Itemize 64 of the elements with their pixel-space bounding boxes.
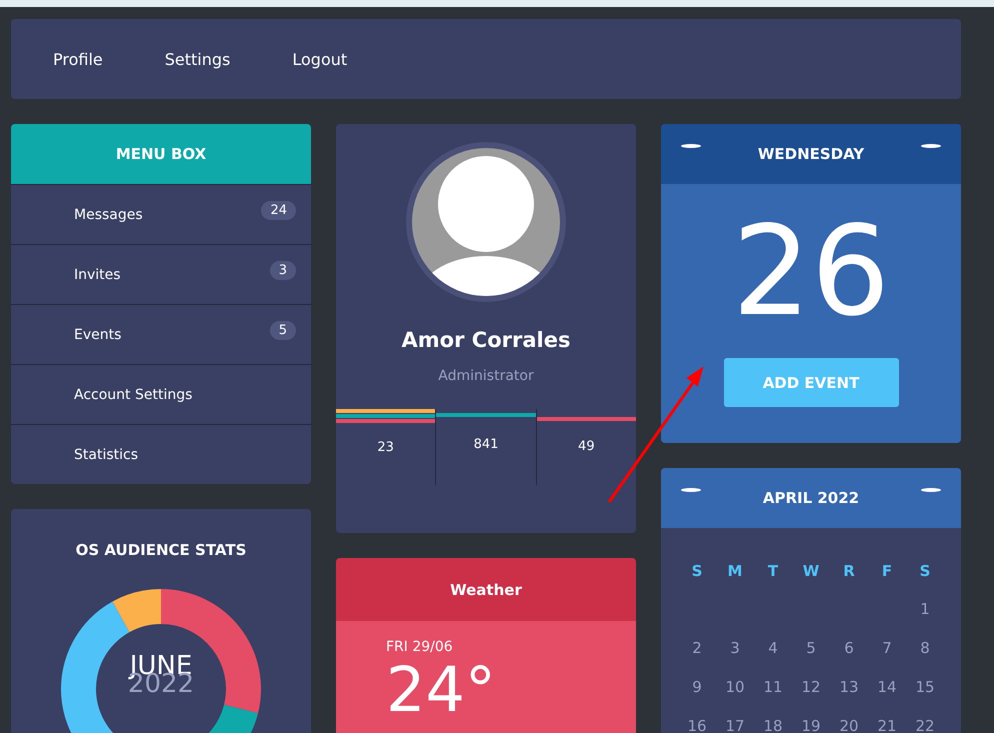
- calendar-day[interactable]: 11: [754, 678, 792, 697]
- weekday-label: W: [802, 562, 820, 580]
- binder-ring-icon: [921, 144, 941, 148]
- nav-link[interactable]: Settings: [164, 50, 230, 68]
- weekday-label: S: [690, 562, 704, 580]
- weekday-label: T: [766, 562, 780, 580]
- calendar-day[interactable]: 3: [716, 639, 754, 658]
- nav-link[interactable]: Logout: [292, 50, 348, 68]
- menu-item[interactable]: Account Settings: [11, 364, 311, 424]
- weather-date: FRI 29/06: [386, 639, 454, 655]
- calendar-day[interactable]: 16: [678, 717, 716, 733]
- weather-title: Weather: [336, 558, 636, 621]
- menu-item-label: Events: [74, 326, 122, 342]
- profile-role: Administrator: [438, 368, 534, 384]
- weekday-label: M: [726, 562, 744, 580]
- binder-ring-icon: [681, 488, 701, 492]
- calendar-day[interactable]: 7: [868, 639, 906, 658]
- weekday-label: F: [880, 562, 894, 580]
- calendar-day[interactable]: 1: [906, 600, 944, 619]
- menu-item-label: Account Settings: [74, 386, 192, 402]
- count-badge: 24: [261, 201, 296, 220]
- menu-item[interactable]: Messages 24: [11, 184, 311, 244]
- menu-item[interactable]: Statistics: [11, 424, 311, 484]
- weekday-title: WEDNESDAY: [758, 145, 864, 163]
- calendar-day[interactable]: 15: [906, 678, 944, 697]
- stat-value: 23: [377, 440, 394, 457]
- calendar-day[interactable]: 22: [906, 717, 944, 733]
- temperature: 24°: [386, 659, 497, 721]
- calendar-day[interactable]: 20: [830, 717, 868, 733]
- calendar-day[interactable]: 21: [868, 717, 906, 733]
- profile-name: Amor Corrales: [402, 328, 570, 352]
- calendar-month-title: APRIL 2022: [762, 489, 860, 507]
- binder-ring-icon: [681, 144, 701, 148]
- weekday-label: S: [918, 562, 932, 580]
- calendar-day[interactable]: 13: [830, 678, 868, 697]
- avatar-silhouette-icon: [406, 142, 566, 302]
- binder-ring-icon: [921, 488, 941, 492]
- calendar-day[interactable]: 18: [754, 717, 792, 733]
- stat-value: 49: [578, 439, 595, 456]
- menu-item-label: Invites: [74, 266, 121, 282]
- calendar-day[interactable]: 2: [678, 639, 716, 658]
- count-badge: 5: [270, 321, 296, 340]
- day-number: 26: [732, 210, 890, 334]
- calendar-day[interactable]: 5: [792, 639, 830, 658]
- menu-item-label: Messages: [74, 206, 143, 222]
- calendar-day[interactable]: 9: [678, 678, 716, 697]
- stats-title: OS AUDIENCE STATS: [74, 541, 248, 559]
- calendar-day[interactable]: 17: [716, 717, 754, 733]
- menu-box-title: MENU BOX: [11, 124, 311, 184]
- menu-item[interactable]: Events 5: [11, 304, 311, 364]
- calendar-day[interactable]: 14: [868, 678, 906, 697]
- calendar-day[interactable]: 4: [754, 639, 792, 658]
- calendar-day[interactable]: 10: [716, 678, 754, 697]
- add-event-button[interactable]: ADD EVENT: [724, 358, 898, 407]
- calendar-day[interactable]: 19: [792, 717, 830, 733]
- weekday-label: R: [842, 562, 856, 580]
- menu-item[interactable]: Invites 3: [11, 244, 311, 304]
- calendar-day[interactable]: 8: [906, 639, 944, 658]
- menu-item-label: Statistics: [74, 446, 138, 462]
- calendar-day[interactable]: 12: [792, 678, 830, 697]
- calendar-day[interactable]: 6: [830, 639, 868, 658]
- count-badge: 3: [270, 261, 296, 280]
- nav-link[interactable]: Profile: [53, 50, 103, 68]
- stat-value: 841: [474, 437, 498, 454]
